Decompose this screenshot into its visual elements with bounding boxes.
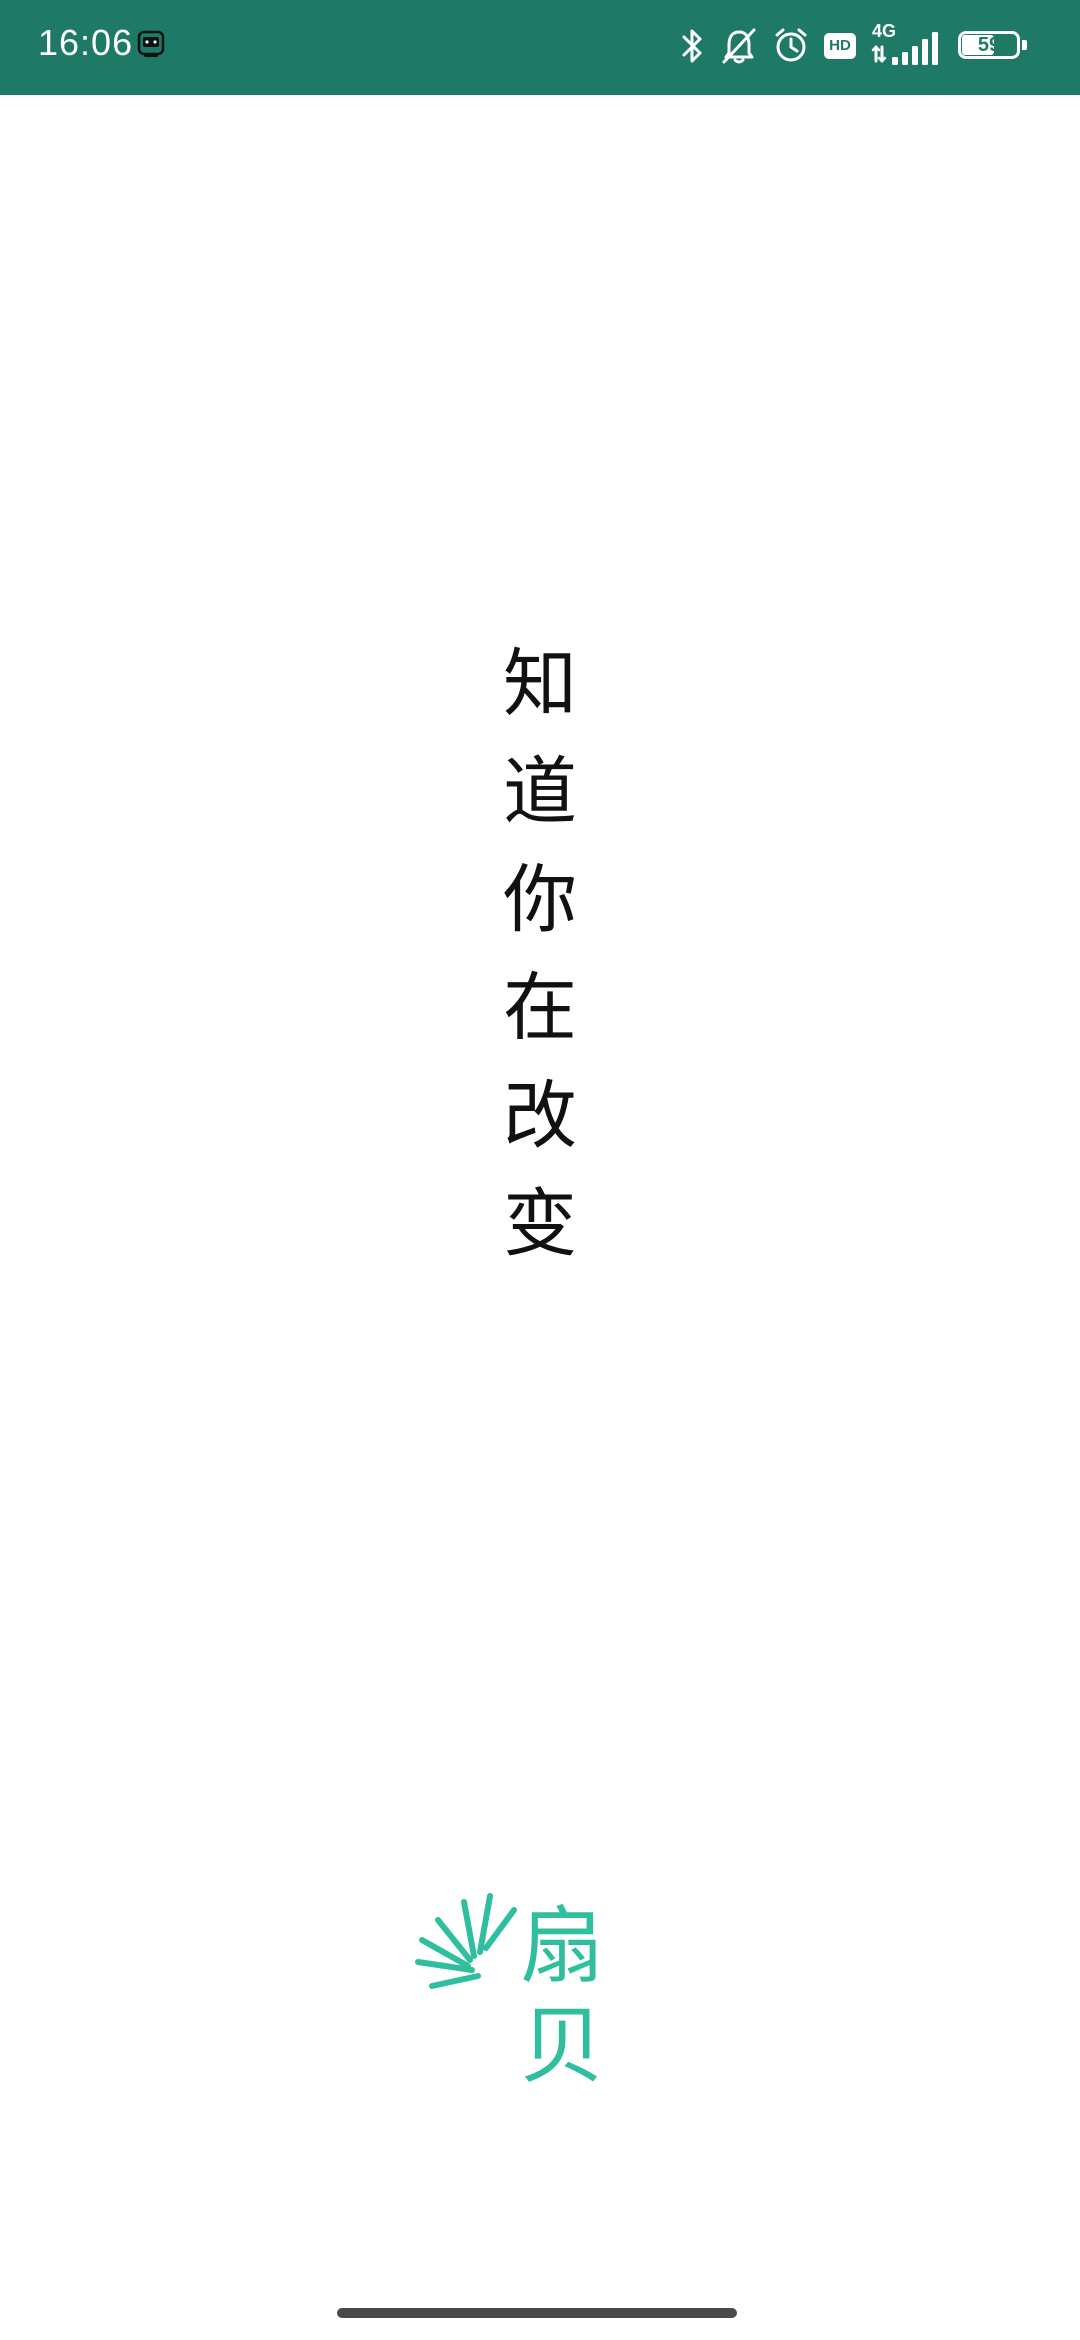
signal-icon: 4G bbox=[870, 21, 944, 71]
shanbay-shell-logo-icon bbox=[415, 1893, 517, 1989]
slogan-char: 知 bbox=[503, 641, 577, 727]
slogan-char: 改 bbox=[503, 1073, 577, 1159]
slogan-char: 你 bbox=[503, 857, 577, 943]
home-indicator[interactable] bbox=[337, 2308, 737, 2318]
status-icons: HD 4G 59 bbox=[666, 18, 1030, 74]
brand-name: 扇贝 bbox=[520, 1897, 605, 2095]
brand-logo: 扇贝 bbox=[410, 1890, 670, 2095]
slogan-char: 在 bbox=[503, 965, 577, 1051]
slogan-char: 变 bbox=[503, 1181, 577, 1267]
status-time: 16:06 bbox=[38, 22, 134, 63]
splash-slogan: 知 道 你 在 改 变 bbox=[490, 630, 590, 1278]
alarm-icon bbox=[775, 28, 807, 62]
hd-icon: HD bbox=[824, 33, 856, 59]
notification-app-icon bbox=[137, 30, 165, 57]
battery-level: 59 bbox=[977, 34, 1001, 56]
status-bar: 16:06 HD 4G 59 bbox=[0, 0, 1080, 95]
battery-icon: 59 bbox=[958, 29, 1030, 63]
slogan-char: 道 bbox=[503, 749, 577, 835]
bell-muted-icon bbox=[722, 28, 756, 64]
bluetooth-icon bbox=[682, 29, 702, 63]
